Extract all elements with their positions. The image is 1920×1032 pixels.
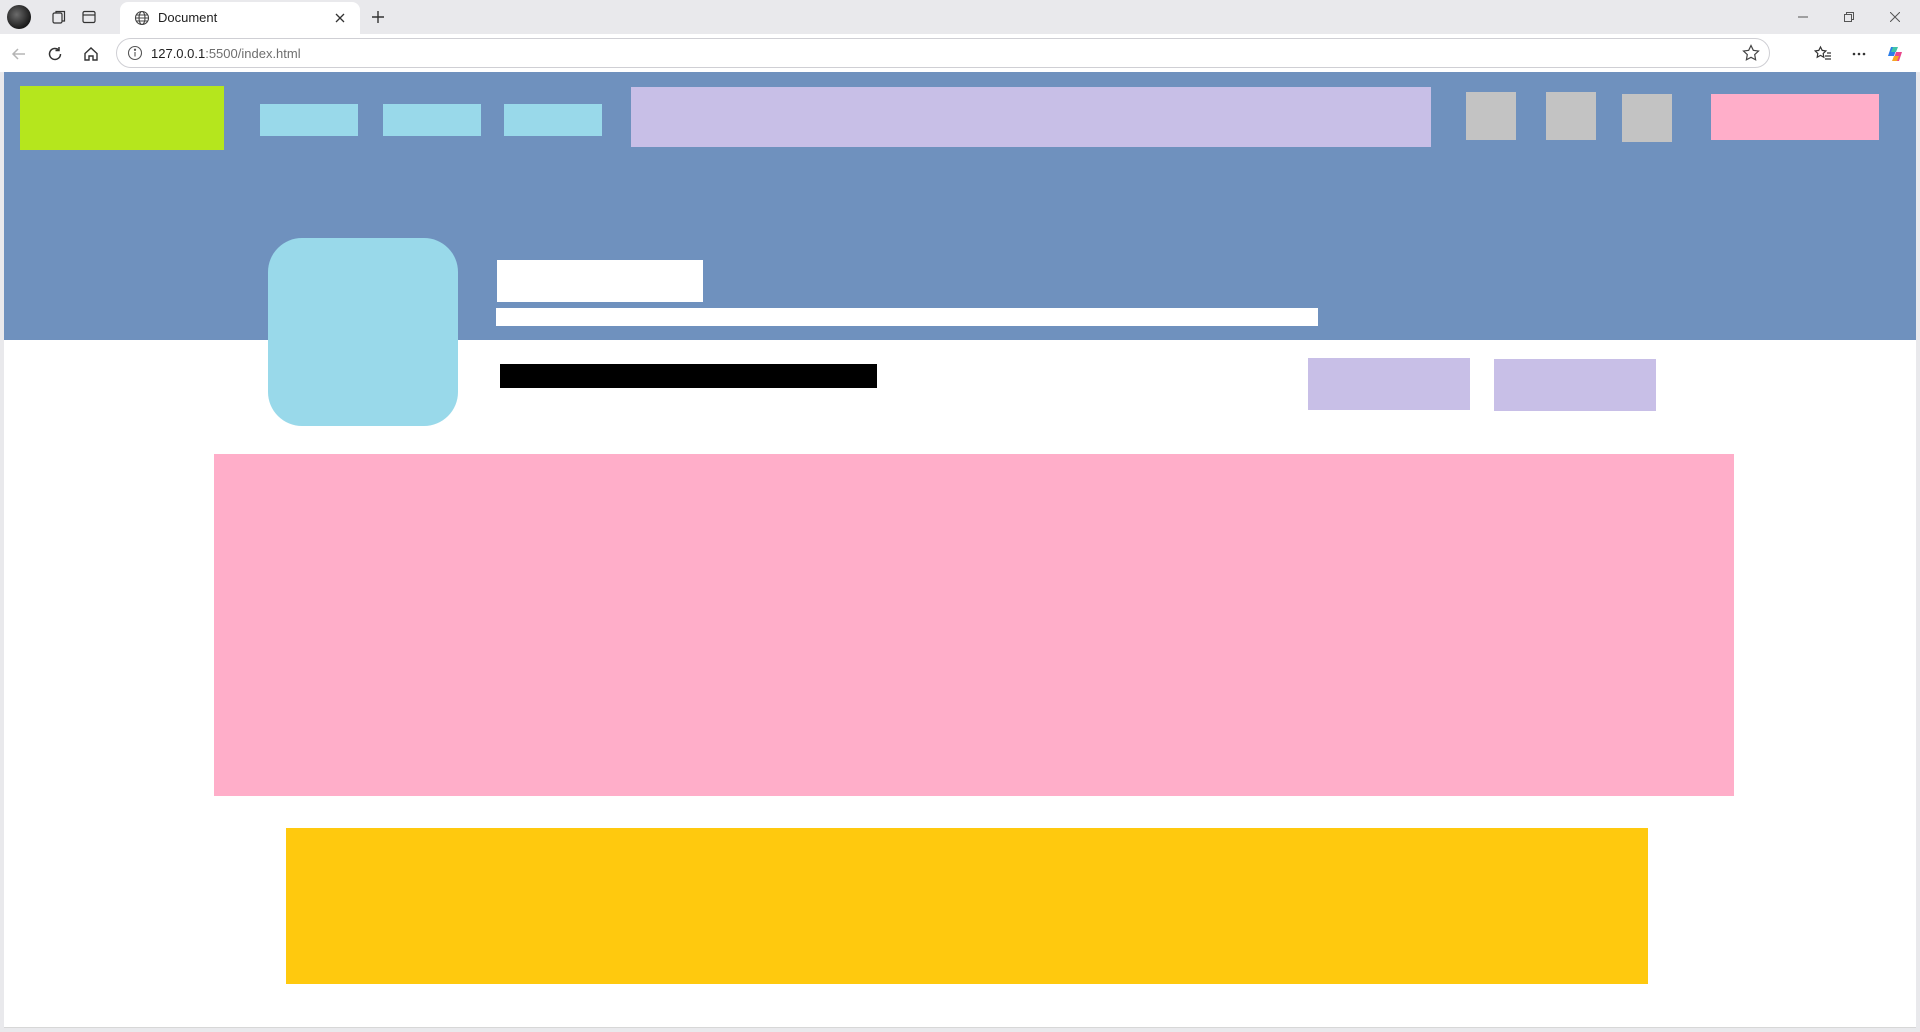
nav-link-2[interactable] [383, 104, 481, 136]
page-viewport [4, 72, 1916, 1028]
tab-document[interactable]: Document [120, 2, 360, 34]
profile-action-button-2[interactable] [1494, 359, 1656, 411]
url-path: :5500/index.html [205, 46, 301, 61]
cta-button[interactable] [1711, 94, 1879, 140]
copilot-icon[interactable] [1882, 41, 1908, 67]
footer-content-panel [286, 828, 1648, 984]
utility-button-1[interactable] [1466, 92, 1516, 140]
tab-strip: Document [0, 0, 1920, 34]
main-content-panel [214, 454, 1734, 796]
url-host: 127.0.0.1 [151, 46, 206, 61]
profile-avatar[interactable] [7, 5, 31, 29]
profile-avatar-placeholder [268, 238, 458, 426]
site-logo[interactable] [20, 86, 224, 150]
close-tab-icon[interactable] [330, 8, 350, 28]
favorite-star-icon[interactable] [1741, 43, 1761, 63]
profile-handle-placeholder [500, 364, 877, 388]
back-button[interactable] [6, 41, 32, 67]
profile-action-button-1[interactable] [1308, 358, 1470, 410]
profile-name-placeholder [497, 260, 703, 302]
home-button[interactable] [78, 41, 104, 67]
tab-actions-icon[interactable] [78, 6, 100, 28]
workspaces-icon[interactable] [48, 6, 70, 28]
more-options-icon[interactable] [1846, 41, 1872, 67]
utility-button-3[interactable] [1622, 94, 1672, 142]
address-bar[interactable]: 127.0.0.1:5500/index.html [116, 38, 1770, 68]
profile-subtitle-placeholder [496, 308, 1318, 326]
favorites-icon[interactable] [1810, 41, 1836, 67]
nav-link-1[interactable] [260, 104, 358, 136]
utility-button-2[interactable] [1546, 92, 1596, 140]
browser-toolbar: 127.0.0.1:5500/index.html [0, 34, 1920, 72]
nav-link-3[interactable] [504, 104, 602, 136]
tab-title: Document [158, 10, 218, 25]
minimize-button[interactable] [1780, 4, 1826, 30]
close-window-button[interactable] [1872, 4, 1918, 30]
globe-icon [134, 10, 150, 26]
site-info-icon[interactable] [127, 45, 143, 61]
new-tab-button[interactable] [366, 5, 390, 29]
restore-button[interactable] [1826, 4, 1872, 30]
reload-button[interactable] [42, 41, 68, 67]
search-bar[interactable] [631, 87, 1431, 147]
url-text: 127.0.0.1:5500/index.html [151, 46, 301, 61]
